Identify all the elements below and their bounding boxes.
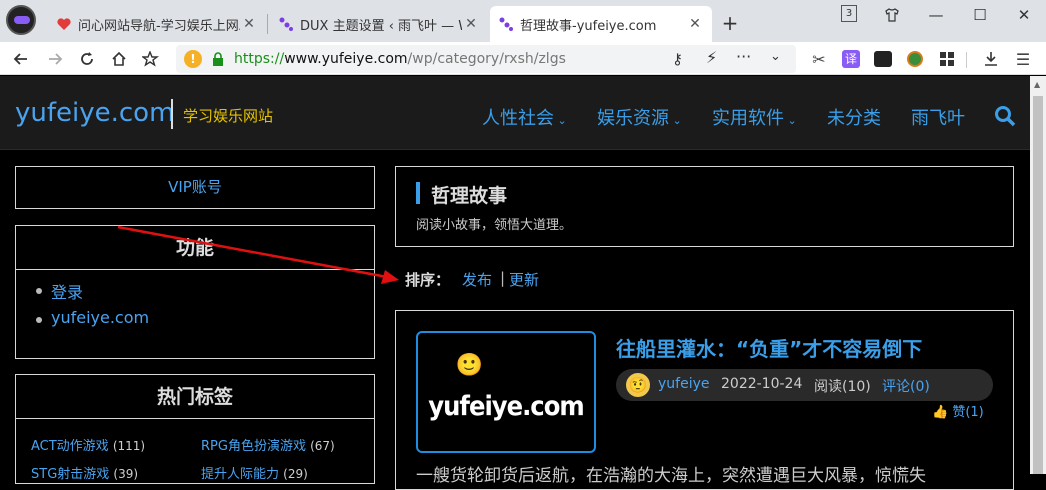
tab-title: 问心网站导航-学习娱乐上网助手 bbox=[78, 18, 240, 34]
nav-item-yufeiye[interactable]: 雨飞叶 bbox=[911, 104, 965, 130]
browser-tab-bar: 问心网站导航-学习娱乐上网助手 ✕ DUX 主题设置 ‹ 雨飞叶 — WordP… bbox=[0, 0, 1046, 42]
address-bar[interactable]: ! https://www.yufeiye.com/wp/category/rx… bbox=[176, 45, 796, 73]
tag-link[interactable]: RPG角色扮演游戏 (67) bbox=[201, 435, 335, 454]
chevron-down-icon: ⌄ bbox=[554, 114, 567, 127]
url-scheme: https:// bbox=[234, 51, 285, 67]
tag-link[interactable]: STG射击游戏 (39) bbox=[31, 463, 138, 482]
menu-icon[interactable]: ☰ bbox=[1010, 46, 1036, 72]
post-thumbnail[interactable]: 🙂😉😊😜 yufeiye.com bbox=[416, 331, 596, 453]
url-path: /wp/category/rxsh/zlgs bbox=[407, 51, 566, 67]
lock-icon bbox=[213, 52, 223, 66]
home-icon[interactable] bbox=[106, 46, 132, 72]
browser-toolbar: ! https://www.yufeiye.com/wp/category/rx… bbox=[0, 42, 1046, 75]
post-title[interactable]: 往船里灌水：“负重”才不容易倒下 bbox=[616, 333, 922, 362]
author-avatar[interactable]: 🤨 bbox=[626, 373, 650, 397]
website-viewport: yufeiye.com 学习娱乐网站 人性社会 ⌄ 娱乐资源 ⌄ 实用软件 ⌄ … bbox=[0, 76, 1030, 490]
shirt-icon[interactable] bbox=[870, 0, 914, 30]
home-link[interactable]: yufeiye.com bbox=[51, 308, 149, 327]
url-host: www.yufeiye.com bbox=[284, 51, 408, 67]
download-icon[interactable] bbox=[978, 46, 1004, 72]
post-views: 阅读(10) bbox=[814, 379, 871, 395]
tab-1[interactable]: 问心网站导航-学习娱乐上网助手 ✕ bbox=[48, 6, 266, 42]
vip-widget: VIP账号 bbox=[15, 166, 375, 209]
site-logo[interactable]: yufeiye.com bbox=[15, 98, 174, 128]
login-link[interactable]: 登录 bbox=[51, 279, 83, 303]
hot-tags-widget: 热门标签 ACT动作游戏 (111) RPG角色扮演游戏 (67) STG射击游… bbox=[15, 374, 375, 484]
category-title: 哲理故事 bbox=[431, 185, 508, 207]
globe-extension-icon[interactable] bbox=[902, 46, 928, 72]
close-window-icon[interactable]: ✕ bbox=[1002, 0, 1046, 30]
title-accent-bar bbox=[416, 182, 420, 204]
key-icon[interactable]: ⚷ bbox=[672, 50, 683, 68]
site-header: yufeiye.com 学习娱乐网站 人性社会 ⌄ 娱乐资源 ⌄ 实用软件 ⌄ … bbox=[0, 76, 1030, 150]
post-author[interactable]: yufeiye bbox=[658, 376, 710, 392]
vip-link[interactable]: VIP账号 bbox=[16, 167, 374, 208]
nav-item-renxing[interactable]: 人性社会 ⌄ bbox=[482, 104, 567, 130]
sort-publish-link[interactable]: 发布 bbox=[462, 269, 492, 290]
search-icon[interactable] bbox=[994, 105, 1016, 127]
warning-icon[interactable]: ! bbox=[184, 50, 202, 68]
extension-icon[interactable] bbox=[870, 46, 896, 72]
scissors-icon[interactable]: ✂ bbox=[806, 46, 832, 72]
site-tagline: 学习娱乐网站 bbox=[183, 107, 274, 125]
back-arrow-icon[interactable] bbox=[8, 46, 34, 72]
chevron-down-icon: ⌄ bbox=[784, 114, 797, 127]
translate-icon[interactable]: 译 bbox=[838, 46, 864, 72]
favicon-heart-icon bbox=[57, 18, 71, 30]
apps-grid-icon[interactable] bbox=[934, 46, 960, 72]
scrollbar-thumb[interactable] bbox=[1033, 96, 1043, 474]
tab-3-active[interactable]: 哲理故事-yufeiye.com ✕ bbox=[490, 6, 712, 42]
chevron-down-icon: ⌄ bbox=[669, 114, 682, 127]
hot-tags-title: 热门标签 bbox=[16, 375, 374, 419]
tab-count-badge[interactable]: 3 bbox=[841, 5, 857, 22]
more-dots-icon[interactable]: ··· bbox=[736, 47, 751, 66]
post-comments[interactable]: 评论(0) bbox=[882, 376, 930, 396]
favicon-wp-icon bbox=[279, 17, 293, 31]
tab-close-icon[interactable]: ✕ bbox=[686, 16, 704, 32]
red-arrow-annotation bbox=[117, 225, 399, 284]
logo-divider bbox=[171, 99, 173, 129]
like-button[interactable]: 👍 赞(1) bbox=[932, 401, 984, 420]
bullet bbox=[36, 288, 42, 294]
tab-2[interactable]: DUX 主题设置 ‹ 雨飞叶 — WordPress ✕ bbox=[270, 6, 488, 42]
nav-item-ruanjian[interactable]: 实用软件 ⌄ bbox=[712, 104, 797, 130]
new-tab-button[interactable]: + bbox=[719, 12, 741, 34]
scroll-up-icon[interactable]: ▲ bbox=[1034, 80, 1040, 89]
category-description: 阅读小故事，领悟大道理。 bbox=[416, 218, 573, 233]
category-header: 哲理故事 阅读小故事，领悟大道理。 bbox=[395, 166, 1014, 247]
favicon-wp-icon bbox=[499, 17, 513, 31]
scrollbar[interactable]: ▲ bbox=[1030, 76, 1046, 474]
post-meta-bar: 🤨 yufeiye 2022-10-24 阅读(10) 评论(0) bbox=[616, 369, 993, 401]
forward-arrow-icon[interactable] bbox=[42, 46, 68, 72]
profile-avatar[interactable] bbox=[6, 5, 36, 35]
minimize-icon[interactable]: — bbox=[914, 0, 958, 30]
post-card: 🙂😉😊😜 yufeiye.com 往船里灌水：“负重”才不容易倒下 🤨 yufe… bbox=[395, 310, 1014, 490]
maximize-icon[interactable]: ☐ bbox=[958, 0, 1002, 30]
post-date: 2022-10-24 bbox=[721, 376, 803, 392]
tab-close-icon[interactable]: ✕ bbox=[240, 16, 258, 32]
reload-icon[interactable] bbox=[74, 46, 100, 72]
emoji-row: 🙂😉😊😜 bbox=[455, 353, 557, 378]
nav-item-weifenlei[interactable]: 未分类 bbox=[827, 104, 881, 130]
tag-link[interactable]: 提升人际能力 (29) bbox=[201, 463, 308, 482]
sort-update-link[interactable]: 更新 bbox=[509, 269, 539, 290]
bullet bbox=[36, 317, 42, 323]
sort-label: 排序： bbox=[405, 271, 451, 289]
bookmark-star-icon[interactable] bbox=[138, 46, 164, 72]
tab-title: 哲理故事-yufeiye.com bbox=[520, 18, 657, 34]
tab-close-icon[interactable]: ✕ bbox=[462, 16, 480, 32]
chevron-down-icon[interactable]: ⌄ bbox=[770, 49, 781, 64]
thumbnail-text: yufeiye.com bbox=[428, 391, 584, 422]
thumbs-up-icon: 👍 bbox=[932, 405, 949, 420]
sort-separator: | bbox=[500, 269, 506, 287]
tag-link[interactable]: ACT动作游戏 (111) bbox=[31, 435, 145, 454]
nav-item-yule[interactable]: 娱乐资源 ⌄ bbox=[597, 104, 682, 130]
lightning-icon[interactable]: ⚡ bbox=[706, 48, 717, 67]
tab-title: DUX 主题设置 ‹ 雨飞叶 — WordPress bbox=[300, 18, 462, 34]
